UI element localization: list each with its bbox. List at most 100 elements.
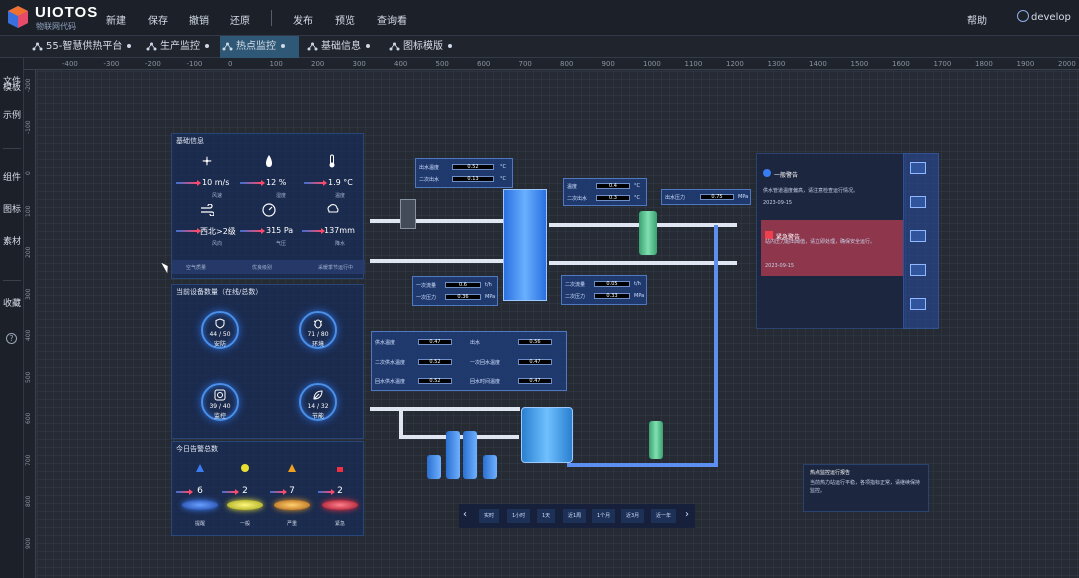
notice-panel[interactable]: 一般警告 供水管道温度偏高，请注意检查运行情况。 2023-09-15 紧急警告… [756,153,906,329]
filter-unit[interactable] [400,199,416,229]
pipe-riser [714,225,718,467]
ruler-tick: -300 [103,60,120,68]
weather-label: 气压 [276,241,287,247]
horizontal-ruler: -400 -300 -200 -100 0 100 200 300 400 500 600 700 80… [24,58,1079,70]
ruler-tick: 400 [394,60,408,68]
databox-summary[interactable]: 供水温度 0.47 二次供水温度 0.52 回水供水温度 0.52 出水 0.5… [371,331,567,391]
close-tab-icon[interactable] [448,44,452,48]
time-btn-quarter[interactable]: 近3月 [621,509,645,523]
warn-alarm-icon [241,464,249,472]
sensor-icon[interactable] [910,196,926,208]
value-field: 0.05 [594,281,630,287]
value-field: 0.47 [518,359,552,365]
alarm-label: 紧急 [334,521,345,527]
camera-icon [214,389,226,401]
sidebar-item-example[interactable]: 示例 [3,108,21,121]
undo-button[interactable]: 撤销 [189,12,209,27]
row-unit: MPa [738,194,749,200]
new-button[interactable]: 新建 [106,12,126,27]
close-tab-icon[interactable] [366,44,370,48]
close-tab-icon[interactable] [127,44,132,48]
redo-button[interactable]: 还原 [230,12,250,27]
makeup-pump[interactable] [649,421,663,459]
pipe-segment [370,219,516,223]
time-btn-realtime[interactable]: 实时 [479,509,500,523]
close-tab-icon[interactable] [205,44,209,48]
weather-panel[interactable]: 基础信息 10 m/s 风速 12 % 湿度 1.9 °C 温度 西北>2级 风… [171,133,365,279]
databox-primary[interactable]: 一次流量 0.6 t/h 一次压力 0.36 MPa [412,276,498,306]
tab-basic-info[interactable]: 基础信息 [305,36,383,58]
device-panel[interactable]: 当前设备数量（在线/总数） 44 / 50 安防 71 / 80 环境 39 /… [171,284,364,439]
save-button[interactable]: 保存 [148,12,168,27]
info-icon [763,169,771,177]
help-circle-icon[interactable]: ? [6,333,17,344]
help-button[interactable]: 帮助 [967,12,987,27]
row-label: 一次流量 [416,283,437,289]
value-field: 0.52 [418,378,452,384]
heat-exchanger[interactable] [503,189,547,301]
siren-alarm-icon [337,467,343,472]
value-field: 0.75 [700,194,734,200]
row-unit: °C [634,183,640,189]
pipe-segment [549,261,737,265]
device-count: 14 / 32 [307,403,329,410]
meter-icon[interactable] [910,264,926,276]
pointer-arrow [302,228,325,234]
monitor-icon[interactable] [910,298,926,310]
tank-small[interactable] [463,431,477,479]
circulation-pump[interactable] [639,211,657,255]
design-canvas[interactable]: 基础信息 10 m/s 风速 12 % 湿度 1.9 °C 温度 西北>2级 风… [37,71,1079,578]
report-text: 当前热力站运行平稳，各项指标正常，请继续保持监控。 [810,480,921,494]
fan-icon [202,156,212,166]
time-btn-year[interactable]: 近一年 [651,509,677,523]
time-btn-month[interactable]: 1个月 [592,509,616,523]
row-unit: t/h [485,282,492,288]
ruler-tick: 900 [25,537,32,549]
time-btn-hour[interactable]: 1小时 [507,509,531,523]
device-strip[interactable] [903,153,939,329]
pump-icon[interactable] [910,230,926,242]
alarm-panel[interactable]: 今日告警总数 6 2 7 2 提醒 一般 严重 紧急 [171,441,364,536]
tab-icon-template[interactable]: 图标模版 [387,36,463,58]
next-button[interactable]: › [685,509,689,520]
publish-button[interactable]: 发布 [293,12,313,27]
alarm-count: 2 [337,486,343,496]
tab-label: 基础信息 [321,41,361,52]
sidebar-item-component[interactable]: 组件 [3,170,21,183]
tab-production[interactable]: 生产监控 [144,36,214,58]
pipe-segment [399,409,403,437]
databox-temp[interactable]: 温度 0.4 °C 二次出水 0.3 °C [563,178,647,206]
tank-small[interactable] [446,431,460,479]
tab-label: 热点监控 [236,41,276,52]
sidebar-item-template[interactable]: 模板 [3,80,21,93]
row-label: 出水温度 [419,165,440,171]
tank-small[interactable] [483,455,497,479]
databox-secondary[interactable]: 二次流量 0.05 t/h 二次压力 0.33 MPa [561,275,647,305]
value-field: 0.3 [596,195,630,201]
water-tank[interactable] [521,407,573,463]
sidebar-item-favorite[interactable]: 收藏 [3,296,21,309]
network-icon [32,42,43,51]
report-panel[interactable]: 热点监控运行报告 当前热力站运行平稳，各项指标正常，请继续保持监控。 [803,464,929,512]
weather-value: 12 % [266,178,287,187]
prev-button[interactable]: ‹ [463,509,467,520]
sidebar-item-icon[interactable]: 图标 [3,202,21,215]
close-tab-icon[interactable] [281,44,285,48]
weather-value: 137mm [324,226,355,235]
tab-hotspot[interactable]: 热点监控 [220,36,299,58]
databox-outlet[interactable]: 出水温度 0.52 °C 二次出水 0.13 °C [415,158,513,188]
ruler-tick: 900 [601,60,615,68]
preview-button[interactable]: 预览 [335,12,355,27]
databox-pressure[interactable]: 出水压力 0.75 MPa [661,189,751,205]
tank-small[interactable] [427,455,441,479]
time-btn-day[interactable]: 1天 [537,509,556,523]
ruler-tick: 700 [25,454,32,466]
user-menu[interactable]: develop [1017,10,1071,23]
ruler-tick: 200 [311,60,325,68]
valve-icon[interactable] [910,162,926,174]
time-btn-week[interactable]: 近1周 [563,509,587,523]
tab-platform[interactable]: 55-智慧供热平台 [30,36,136,58]
view-button[interactable]: 查询看 [377,12,407,27]
alarm-label: 严重 [286,521,297,527]
sidebar-item-material[interactable]: 素材 [3,234,21,247]
